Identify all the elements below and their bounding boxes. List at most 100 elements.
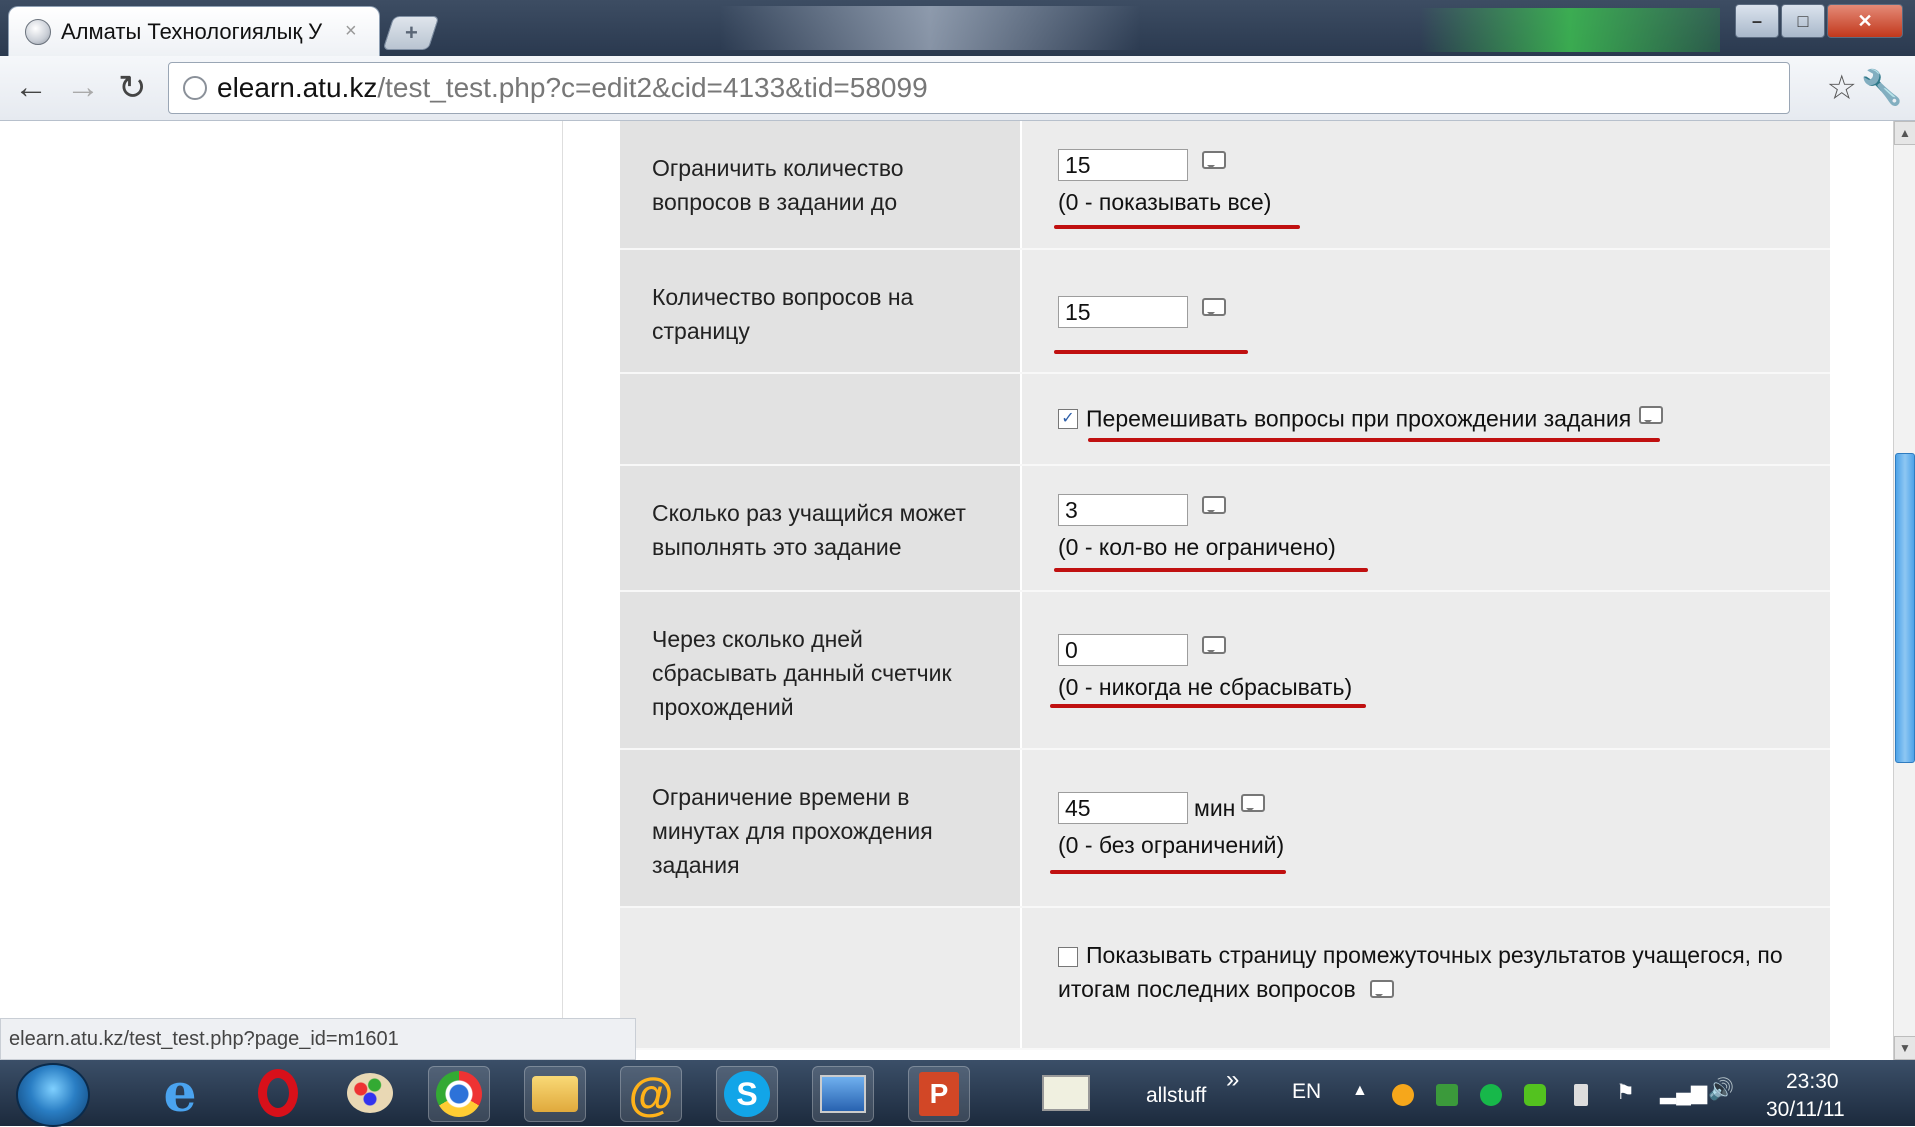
row-show-intermediate: Показывать страницу промежуточных резуль… [620, 908, 1830, 1050]
shuffle-label-empty [620, 374, 1020, 464]
tray-check-icon[interactable] [1524, 1084, 1546, 1106]
mail-agent-icon[interactable]: @ [620, 1066, 682, 1122]
test-settings-form: Ограничить количество вопросов в задании… [620, 121, 1830, 1050]
row-limit-questions: Ограничить количество вопросов в задании… [620, 121, 1830, 250]
chrome-icon[interactable] [428, 1066, 490, 1122]
scroll-up-button[interactable]: ▲ [1894, 121, 1915, 145]
window-controls: – □ ✕ [1735, 4, 1903, 38]
star-icon[interactable]: ☆ [1827, 68, 1857, 108]
browser-tab-active[interactable]: Алматы Технологиялық У × [8, 6, 380, 56]
skype-icon[interactable]: S [716, 1066, 778, 1122]
time-limit-input[interactable]: 45 [1058, 792, 1188, 824]
volume-icon[interactable]: 🔊 [1708, 1078, 1734, 1102]
comment-icon[interactable] [1202, 151, 1226, 169]
show-intermediate-label-empty [620, 908, 1020, 1048]
comment-icon[interactable] [1202, 496, 1226, 514]
show-intermediate-cell: Показывать страницу промежуточных резуль… [1022, 908, 1830, 1048]
scroll-down-button[interactable]: ▼ [1894, 1036, 1915, 1060]
url-host: elearn.atu.kz [217, 72, 378, 103]
network-icon[interactable] [812, 1066, 874, 1122]
reset-days-input[interactable]: 0 [1058, 634, 1188, 666]
row-attempts: Сколько раз учащийся может выполнять это… [620, 466, 1830, 592]
underline-mark [1054, 568, 1368, 572]
comment-icon[interactable] [1369, 980, 1394, 998]
scroll-thumb[interactable] [1895, 453, 1915, 763]
signal-icon[interactable]: ▂▄▆ [1660, 1080, 1707, 1105]
windows-start-icon[interactable] [16, 1063, 90, 1127]
comment-icon[interactable] [1202, 636, 1226, 654]
tab-close-icon[interactable]: × [345, 20, 357, 43]
pen-icon[interactable] [1036, 1066, 1096, 1120]
underline-mark [1054, 350, 1248, 354]
site-info-icon[interactable] [183, 76, 207, 100]
shuffle-checkbox[interactable]: ✓ [1058, 408, 1078, 429]
time-limit-label: Ограничение времени в минутах для прохож… [620, 750, 1020, 906]
tray-green-icon[interactable] [1436, 1084, 1458, 1106]
reset-days-label: Через сколько дней сбрасывать данный сче… [620, 592, 1020, 748]
minimize-button[interactable]: – [1735, 4, 1779, 38]
limit-questions-hint: (0 - показывать все) [1058, 189, 1272, 215]
ie-icon[interactable]: e [150, 1063, 210, 1124]
limit-questions-label: Ограничить количество вопросов в задании… [620, 121, 1020, 248]
url-path: /test_test.php?c=edit2&cid=4133&tid=5809… [377, 72, 928, 103]
opera-icon[interactable] [248, 1066, 308, 1120]
shuffle-cell: ✓ Перемешивать вопросы при прохождении за… [1022, 374, 1830, 464]
page-viewport: Ограничить количество вопросов в задании… [0, 121, 1893, 1060]
status-url-bubble: elearn.atu.kz/test_test.php?page_id=m160… [0, 1018, 636, 1060]
row-questions-per-page: Количество вопросов на страницу 15 [620, 250, 1830, 374]
battery-icon[interactable] [1574, 1084, 1588, 1106]
allstuff-toolbar-label[interactable]: allstuff [1146, 1084, 1206, 1108]
comment-icon[interactable] [1241, 794, 1266, 812]
titlebar-glow-green [1420, 8, 1720, 52]
maximize-button[interactable]: □ [1781, 4, 1825, 38]
underline-mark [1054, 225, 1300, 229]
titlebar-glow [720, 6, 1140, 50]
row-time-limit: Ограничение времени в минутах для прохож… [620, 750, 1830, 908]
questions-per-page-input[interactable]: 15 [1058, 296, 1188, 328]
attempts-label: Сколько раз учащийся может выполнять это… [620, 466, 1020, 590]
underline-mark [1088, 438, 1660, 442]
limit-questions-cell: 15 (0 - показывать все) [1022, 121, 1830, 248]
comment-icon[interactable] [1202, 298, 1226, 316]
attempts-cell: 3 (0 - кол-во не ограничено) [1022, 466, 1830, 590]
window-titlebar: Алматы Технологиялық У × + – □ ✕ [0, 0, 1915, 56]
underline-mark [1050, 870, 1286, 874]
tray-orange-icon[interactable] [1392, 1084, 1414, 1106]
toolbar-chevron[interactable]: » [1226, 1066, 1239, 1094]
explorer-icon[interactable] [524, 1066, 586, 1122]
clock-date[interactable]: 30/11/11 [1766, 1098, 1845, 1122]
clock-time[interactable]: 23:30 [1786, 1070, 1839, 1094]
paint-icon[interactable] [340, 1066, 400, 1120]
reload-icon[interactable]: ↻ [118, 68, 147, 108]
close-window-button[interactable]: ✕ [1827, 4, 1903, 38]
new-tab-button[interactable]: + [382, 16, 440, 50]
row-shuffle: ✓ Перемешивать вопросы при прохождении за… [620, 374, 1830, 466]
tab-title: Алматы Технологиялық У [61, 18, 323, 44]
underline-mark [1050, 704, 1366, 708]
action-center-flag-icon[interactable]: ⚑ [1616, 1080, 1635, 1105]
language-indicator[interactable]: EN [1292, 1080, 1321, 1104]
shuffle-label: Перемешивать вопросы при прохождении зад… [1086, 405, 1632, 432]
comment-icon[interactable] [1639, 406, 1664, 424]
time-limit-cell: 45 мин (0 - без ограничений) [1022, 750, 1830, 906]
back-arrow-icon[interactable]: ← [14, 68, 48, 107]
vertical-scrollbar[interactable]: ▲ ▼ [1893, 121, 1915, 1060]
row-reset-days: Через сколько дней сбрасывать данный сче… [620, 592, 1830, 750]
globe-icon [25, 18, 51, 45]
reset-days-hint: (0 - никогда не сбрасывать) [1058, 674, 1353, 700]
powerpoint-icon[interactable]: P [908, 1066, 970, 1122]
address-bar[interactable]: elearn.atu.kz/test_test.php?c=edit2&cid=… [168, 62, 1790, 114]
windows-taskbar: e @ S P allstuff » EN ▲ ⚑ ▂▄▆ 🔊 23:30 30… [0, 1060, 1915, 1127]
wrench-icon[interactable]: 🔧 [1861, 68, 1903, 108]
attempts-input[interactable]: 3 [1058, 494, 1188, 526]
tray-agent-icon[interactable] [1480, 1084, 1502, 1106]
questions-per-page-cell: 15 [1022, 250, 1830, 372]
tray-expand-icon[interactable]: ▲ [1352, 1082, 1368, 1100]
time-limit-hint: (0 - без ограничений) [1058, 832, 1285, 858]
limit-questions-input[interactable]: 15 [1058, 149, 1188, 181]
questions-per-page-label: Количество вопросов на страницу [620, 250, 1020, 372]
forward-arrow-icon[interactable]: → [66, 68, 100, 107]
show-intermediate-label: Показывать страницу промежуточных резуль… [1058, 942, 1783, 1002]
reset-days-cell: 0 (0 - никогда не сбрасывать) [1022, 592, 1830, 748]
show-intermediate-checkbox[interactable] [1058, 946, 1078, 967]
